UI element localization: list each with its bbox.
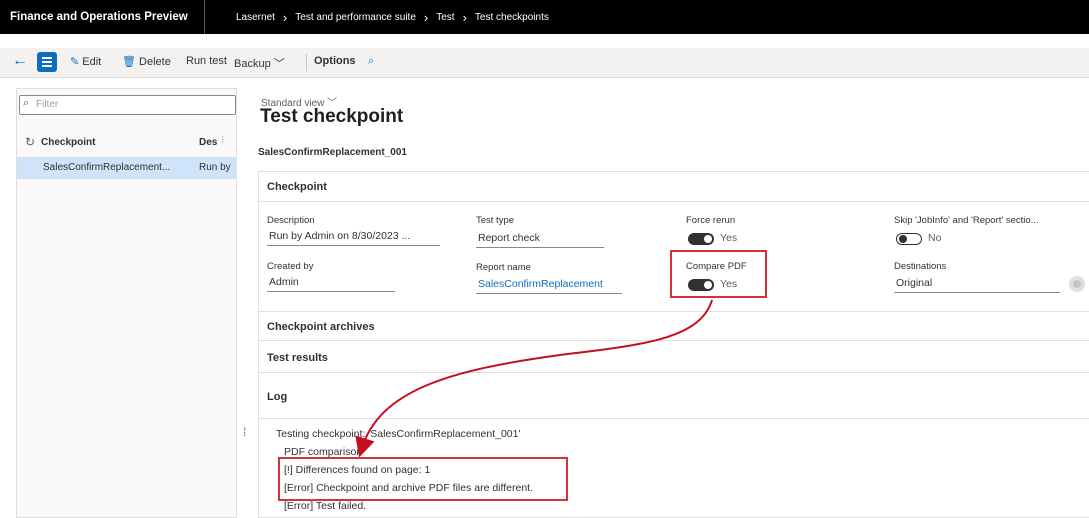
refresh-icon[interactable]: ↻ xyxy=(25,135,35,149)
section-log-header[interactable]: Log xyxy=(259,375,1089,419)
force-rerun-toggle[interactable] xyxy=(688,233,714,245)
test-type-label: Test type xyxy=(476,215,515,226)
section-checkpoint-archives-header[interactable]: Checkpoint archives xyxy=(259,311,1089,341)
force-rerun-label: Force rerun xyxy=(686,215,736,226)
description-field[interactable]: Run by Admin on 8/30/2023 ... xyxy=(267,229,440,246)
section-checkpoint-header[interactable]: Checkpoint xyxy=(259,172,1089,202)
action-pane: ← ✎ Edit 🗑 Delete Run test Backup ﹀ Opti… xyxy=(0,48,1089,78)
options-tab[interactable]: Options xyxy=(314,55,356,67)
destinations-lookup-button[interactable] xyxy=(1069,276,1085,292)
list-item-checkpoint: SalesConfirmReplacement... xyxy=(43,162,171,173)
pane-splitter[interactable]: ⁞ xyxy=(243,425,246,439)
toolbar-divider xyxy=(306,54,307,71)
force-rerun-value: Yes xyxy=(720,232,738,244)
app-title[interactable]: Finance and Operations Preview xyxy=(10,0,205,34)
breadcrumb-lasernet[interactable]: Lasernet xyxy=(236,12,275,23)
chevron-right-icon: › xyxy=(462,9,467,25)
log-line: Testing checkpoint: 'SalesConfirmReplace… xyxy=(276,428,521,440)
skip-sections-value: No xyxy=(928,232,942,244)
log-errors-highlight xyxy=(278,457,568,501)
destinations-label: Destinations xyxy=(894,261,947,272)
chevron-right-icon: › xyxy=(282,9,288,25)
log-line: [Error] Test failed. xyxy=(284,500,367,512)
created-by-field[interactable]: Admin xyxy=(267,275,395,292)
breadcrumb: Lasernet › Test and performance suite › … xyxy=(236,0,549,34)
back-arrow-icon[interactable]: ← xyxy=(12,51,30,71)
compare-pdf-highlight xyxy=(670,250,767,298)
column-divider[interactable]: ⁝ xyxy=(221,135,224,146)
column-header-description[interactable]: Des xyxy=(199,137,217,148)
run-test-button[interactable]: Run test xyxy=(186,55,227,67)
backup-menu-button[interactable]: Backup ﹀ xyxy=(234,55,285,71)
test-type-field[interactable]: Report check xyxy=(476,231,604,248)
skip-sections-label: Skip 'JobInfo' and 'Report' sectio... xyxy=(894,215,1039,226)
page-title: Test checkpoint xyxy=(260,106,404,127)
delete-button[interactable]: 🗑 Delete xyxy=(122,55,171,68)
record-identifier: SalesConfirmReplacement_001 xyxy=(258,147,407,158)
breadcrumb-test[interactable]: Test xyxy=(436,12,454,23)
breadcrumb-test-checkpoints[interactable]: Test checkpoints xyxy=(475,12,549,23)
column-header-checkpoint[interactable]: Checkpoint xyxy=(41,137,95,148)
description-label: Description xyxy=(267,215,315,226)
trash-icon: 🗑 xyxy=(122,56,136,68)
section-test-results-header[interactable]: Test results xyxy=(259,343,1089,373)
report-name-link[interactable]: SalesConfirmReplacement xyxy=(476,277,622,294)
pencil-icon: ✎ xyxy=(70,56,80,68)
created-by-label: Created by xyxy=(267,261,314,272)
delete-label: Delete xyxy=(139,56,171,68)
skip-sections-toggle[interactable] xyxy=(896,233,922,245)
search-icon[interactable]: ⌕ xyxy=(368,55,374,68)
edit-label: Edit xyxy=(82,56,102,68)
list-item-description: Run by xyxy=(199,162,231,173)
chevron-right-icon: › xyxy=(423,9,429,25)
backup-label: Backup xyxy=(234,58,271,70)
report-name-label: Report name xyxy=(476,262,531,273)
chevron-down-icon: ﹀ xyxy=(273,58,285,70)
filter-input[interactable]: ⌕ Filter xyxy=(19,95,236,115)
list-item[interactable]: SalesConfirmReplacement... Run by xyxy=(17,157,236,179)
grid-header: ↻ Checkpoint Des ⁝ xyxy=(17,133,236,153)
breadcrumb-test-performance-suite[interactable]: Test and performance suite xyxy=(295,12,416,23)
top-bar: Finance and Operations Preview Lasernet … xyxy=(0,0,1089,34)
destinations-field[interactable]: Original xyxy=(894,276,1060,293)
search-icon: ⌕ xyxy=(23,97,30,109)
edit-button[interactable]: ✎ Edit xyxy=(70,55,101,68)
list-view-button[interactable] xyxy=(37,52,57,72)
record-list-pane: ⌕ Filter ↻ Checkpoint Des ⁝ SalesConfirm… xyxy=(16,88,237,518)
filter-placeholder: Filter xyxy=(36,99,59,110)
